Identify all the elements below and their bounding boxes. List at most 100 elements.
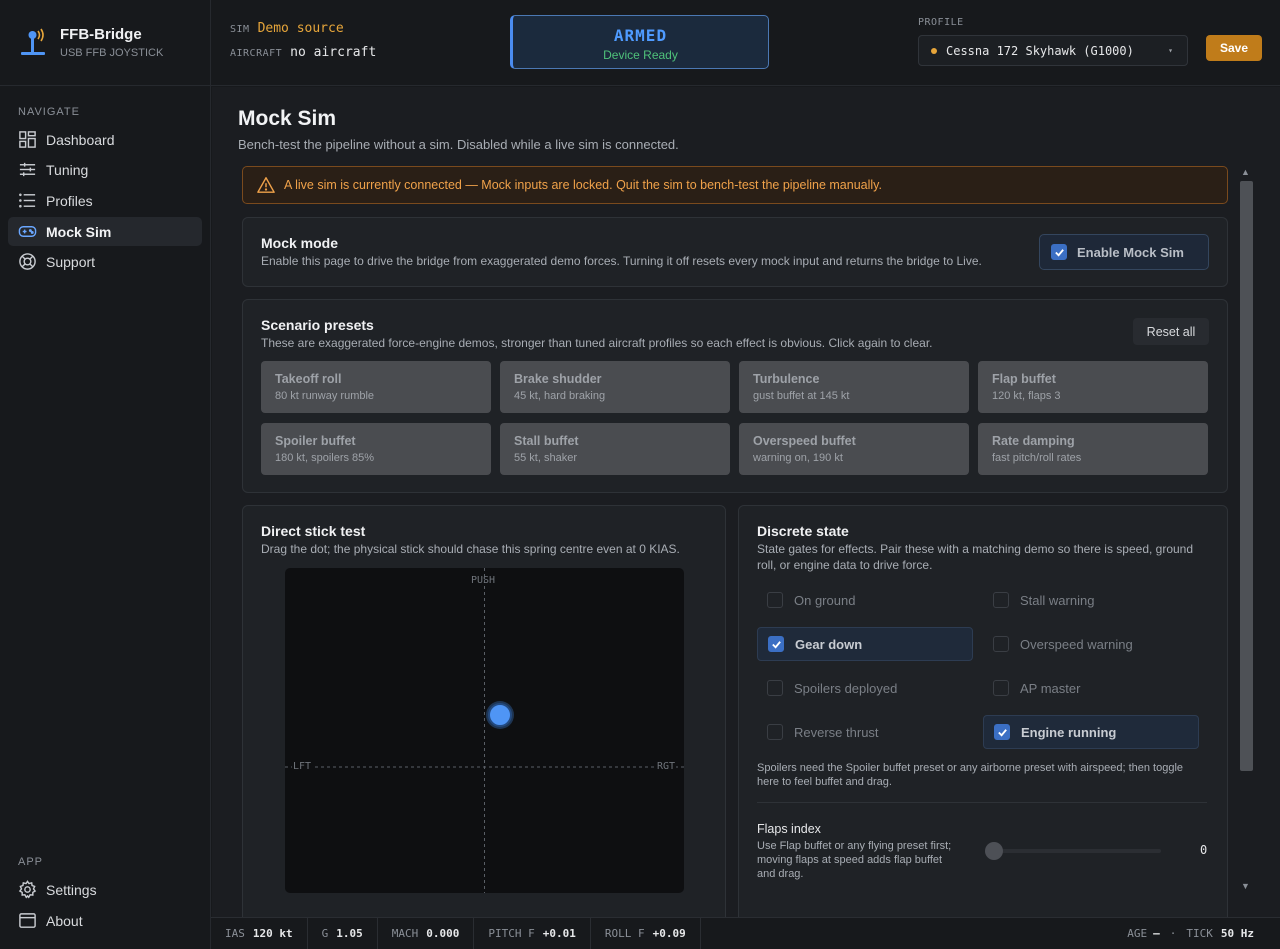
main-content: Mock Sim Bench-test the pipeline without… [212,87,1280,917]
joystick-logo-icon [20,28,46,58]
preset-name: Overspeed buffet [753,434,856,448]
discrete-title: Discrete state [757,523,849,539]
presets-desc: These are exaggerated force-engine demos… [261,336,933,350]
status-bar: IAS 120 kt G 1.05 MACH 0.000 PITCH F +0.01 R… [211,917,1280,949]
sidebar-item-label: Settings [46,881,97,898]
gear-down-checkbox[interactable]: Gear down [757,627,973,661]
page-subtitle: Bench-test the pipeline without a sim. D… [238,137,679,152]
checkbox-label: Gear down [795,636,863,652]
list-icon [19,193,36,208]
scenario-presets-card: Scenario presets These are exaggerated f… [242,299,1228,493]
preset-rate-damping[interactable]: Rate damping fast pitch/roll rates [978,423,1208,475]
mock-mode-card: Mock mode Enable this page to drive the … [242,217,1228,287]
pitch-value: +0.01 [542,927,576,940]
chevron-down-icon: ▾ [1168,46,1173,55]
preset-name: Rate damping [992,434,1075,448]
checkbox-label: Spoilers deployed [794,680,898,696]
checkbox-unchecked-icon [993,680,1009,696]
ias-label: IAS [225,927,245,940]
flaps-value: 0 [1200,843,1208,857]
checkbox-label: AP master [1020,680,1081,696]
scroll-down-icon[interactable]: ▼ [1241,881,1250,891]
preset-takeoff-roll[interactable]: Takeoff roll 80 kt runway rumble [261,361,491,413]
spoilers-note: Spoilers need the Spoiler buffet preset … [757,762,1184,788]
window-icon [19,913,36,928]
preset-stall-buffet[interactable]: Stall buffet 55 kt, shaker [500,423,730,475]
brand: FFB-Bridge USB FFB JOYSTICK [0,0,210,86]
app-heading: APP [18,856,44,868]
checkbox-label: Reverse thrust [794,724,879,740]
lifebuoy-icon [19,253,36,270]
flaps-slider-thumb[interactable] [985,842,1003,860]
stall-warning-checkbox[interactable]: Stall warning [983,583,1199,617]
warning-banner: A live sim is currently connected — Mock… [242,166,1228,204]
flaps-slider-track[interactable] [985,849,1161,853]
scrollbar[interactable]: ▲ ▼ [1238,167,1254,891]
sidebar-item-profiles[interactable]: Profiles [8,186,202,215]
status-title: ARMED [613,26,668,45]
left-label: LFT [292,761,313,772]
preset-spoiler-buffet[interactable]: Spoiler buffet 180 kt, spoilers 85% [261,423,491,475]
checkbox-checked-icon [994,724,1010,740]
preset-name: Flap buffet [992,372,1056,386]
checkbox-unchecked-icon [767,680,783,696]
ap-master-checkbox[interactable]: AP master [983,671,1199,705]
overspeed-warning-checkbox[interactable]: Overspeed warning [983,627,1199,661]
enable-mock-sim-label: Enable Mock Sim [1077,244,1184,260]
profile-label: PROFILE [918,17,964,28]
dashboard-icon [19,131,36,148]
warning-icon [257,177,275,193]
gamepad-icon [18,226,37,237]
gear-icon [18,880,37,899]
status-subtitle: Device Ready [603,48,678,62]
sidebar-item-mock-sim[interactable]: Mock Sim [8,217,202,246]
ias-readout: IAS 120 kt [211,917,308,949]
sidebar-item-label: Dashboard [46,131,115,148]
sidebar-item-support[interactable]: Support [8,247,202,276]
divider [757,802,1207,803]
sidebar-item-about[interactable]: About [8,906,202,935]
preset-brake-shudder[interactable]: Brake shudder 45 kt, hard braking [500,361,730,413]
enable-mock-sim-checkbox[interactable]: Enable Mock Sim [1039,234,1209,270]
preset-name: Brake shudder [514,372,602,386]
preset-overspeed-buffet[interactable]: Overspeed buffet warning on, 190 kt [739,423,969,475]
age-value: — [1153,927,1160,940]
stick-title: Direct stick test [261,523,366,539]
stick-pad[interactable]: PUSH LFT RGT [285,568,684,893]
profile-select[interactable]: Cessna 172 Skyhawk (G1000) ▾ [918,35,1188,66]
reverse-thrust-checkbox[interactable]: Reverse thrust [757,715,973,749]
preset-turbulence[interactable]: Turbulence gust buffet at 145 kt [739,361,969,413]
save-button[interactable]: Save [1206,35,1262,61]
age-label: AGE [1127,927,1148,940]
sidebar-item-label: Profiles [46,192,93,209]
warning-text: A live sim is currently connected — Mock… [284,178,882,192]
on-ground-checkbox[interactable]: On ground [757,583,973,617]
armed-status-panel: ARMED Device Ready [510,15,769,69]
preset-desc: 120 kt, flaps 3 [992,390,1061,402]
top-bar: SIM Demo source AIRCRAFT no aircraft ARM… [211,0,1280,86]
preset-desc: fast pitch/roll rates [992,452,1082,464]
scroll-up-icon[interactable]: ▲ [1241,167,1250,177]
preset-flap-buffet[interactable]: Flap buffet 120 kt, flaps 3 [978,361,1208,413]
engine-running-checkbox[interactable]: Engine running [983,715,1199,749]
preset-desc: warning on, 190 kt [753,452,843,464]
scroll-thumb[interactable] [1240,181,1253,771]
checkbox-label: Stall warning [1020,592,1095,608]
sidebar-item-tuning[interactable]: Tuning [8,155,202,184]
sim-value: Demo source [257,21,344,36]
profile-value: Cessna 172 Skyhawk (G1000) [946,43,1134,58]
sidebar-item-label: Mock Sim [46,223,112,240]
stick-desc: Drag the dot; the physical stick should … [261,542,680,556]
sidebar-item-dashboard[interactable]: Dashboard [8,125,202,154]
sliders-icon [19,162,36,177]
g-readout: G 1.05 [308,917,378,949]
sidebar-item-settings[interactable]: Settings [8,875,202,904]
mach-label: MACH [391,927,419,940]
flaps-title: Flaps index [757,822,821,836]
preset-name: Takeoff roll [275,372,342,386]
preset-name: Spoiler buffet [275,434,356,448]
tick-value: 50 Hz [1220,927,1254,940]
reset-all-button[interactable]: Reset all [1133,318,1209,345]
aircraft-status: AIRCRAFT no aircraft [230,45,376,60]
spoilers-deployed-checkbox[interactable]: Spoilers deployed [757,671,973,705]
